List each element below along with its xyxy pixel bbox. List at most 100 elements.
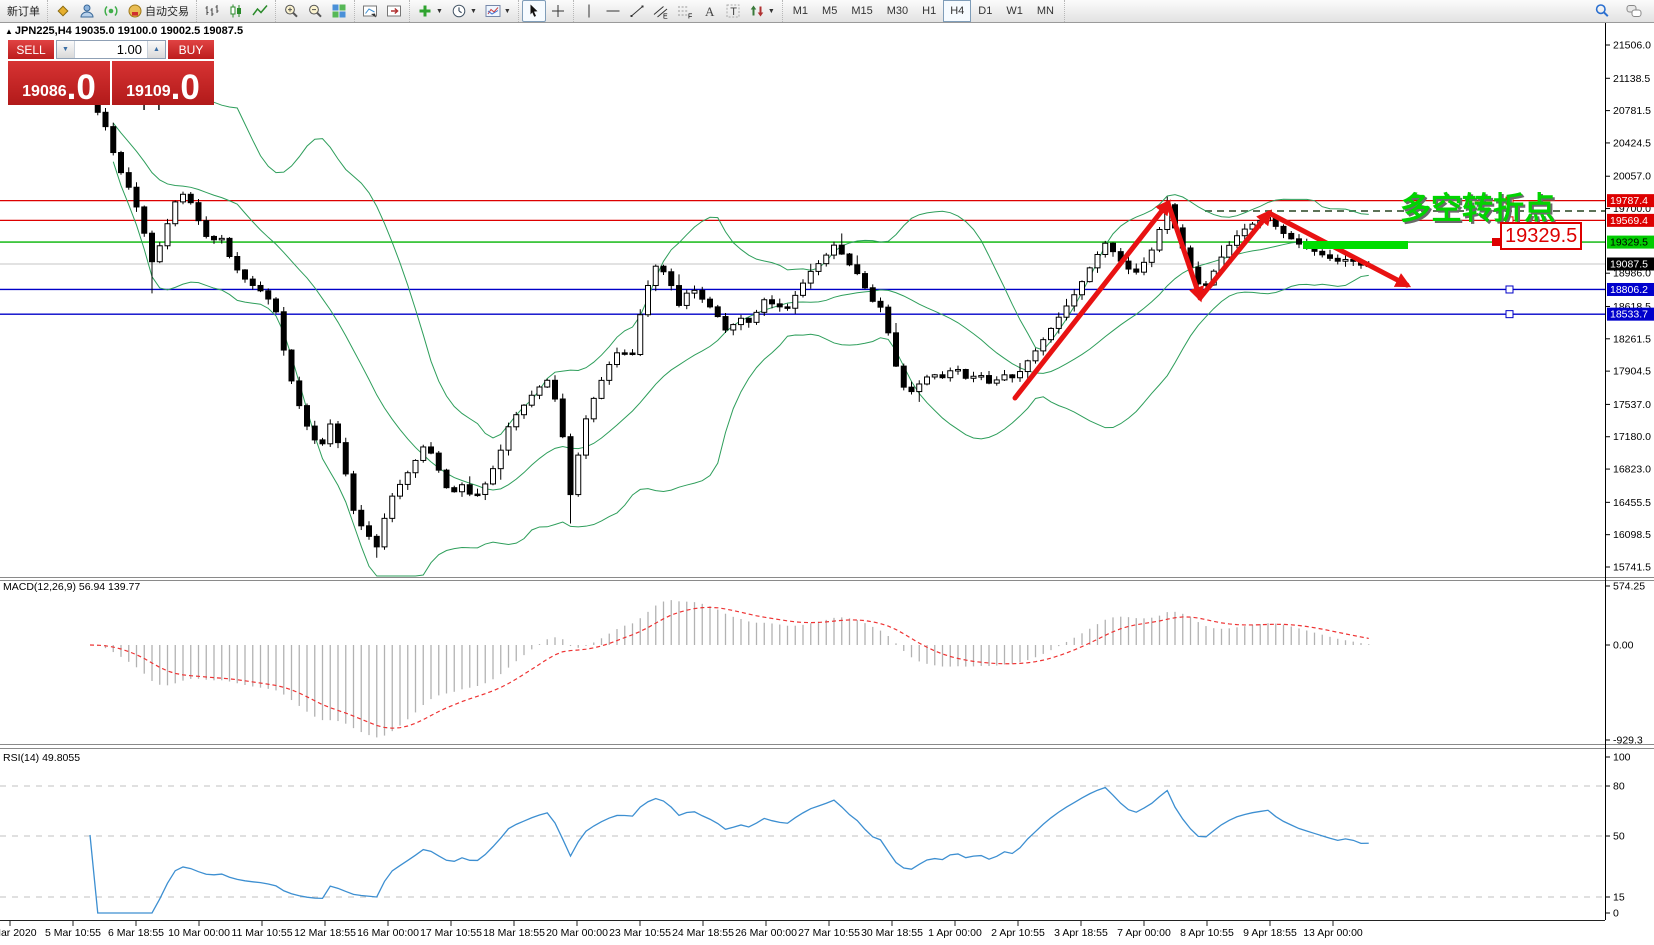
rsi-indicator-label: RSI(14) 49.8055 — [3, 752, 80, 764]
chevron-down-icon[interactable]: ▼ — [470, 8, 477, 15]
vertical-line-button[interactable] — [577, 0, 601, 22]
candle-body — [173, 202, 178, 224]
price-label-anchor[interactable] — [1492, 238, 1500, 246]
candle-body — [708, 299, 713, 307]
tiles-icon — [331, 3, 347, 19]
search-icon — [1594, 3, 1610, 19]
arrows-button[interactable]: ▼ — [745, 0, 779, 22]
candlestick-chart-button[interactable] — [224, 0, 248, 22]
line-endpoint-handle[interactable] — [1506, 311, 1513, 318]
candle-body — [917, 384, 922, 392]
candle-body — [1002, 375, 1007, 380]
support-zone-bar[interactable] — [1303, 241, 1408, 249]
candle-body — [367, 526, 372, 537]
hline-icon — [605, 3, 621, 19]
chart-window[interactable]: 21506.021138.520781.520424.520057.019700… — [0, 0, 1654, 945]
buy-price-pips: .0 — [171, 74, 200, 101]
line-chart-button[interactable] — [248, 0, 272, 22]
candle-body — [1056, 317, 1061, 328]
chart-collapse-icon[interactable]: ▲ — [5, 27, 13, 36]
fibonacci-button[interactable]: F — [673, 0, 697, 22]
channel-icon: E — [653, 3, 669, 19]
horizontal-line-button[interactable] — [601, 0, 625, 22]
signals-button[interactable] — [99, 0, 123, 22]
candle-body — [925, 377, 930, 384]
autotrade-button[interactable]: 自动交易 — [123, 0, 193, 22]
price-tick-label: 15741.5 — [1613, 562, 1651, 574]
candle-body — [692, 290, 697, 293]
toolbar-group — [276, 0, 355, 22]
time-tick-label: 9 Apr 18:55 — [1243, 927, 1297, 939]
chart-shift-button[interactable] — [382, 0, 406, 22]
text-button[interactable]: A — [697, 0, 721, 22]
candle-body — [963, 370, 968, 379]
price-badge-label: 19329.5 — [1610, 237, 1648, 249]
timeframe-mn[interactable]: MN — [1030, 0, 1061, 22]
timeframe-d1[interactable]: D1 — [971, 0, 999, 22]
buy-button[interactable]: BUY — [168, 40, 214, 59]
line-endpoint-handle[interactable] — [1506, 286, 1513, 293]
templates-button[interactable]: ▼ — [481, 0, 515, 22]
price-level-label[interactable]: 19329.5 — [1500, 222, 1582, 250]
chart-plot-area[interactable] — [0, 23, 1605, 920]
candle-body — [847, 254, 852, 265]
tile-windows-button[interactable] — [327, 0, 351, 22]
candle-body — [932, 375, 937, 377]
cursor-button[interactable] — [522, 0, 546, 22]
candle-body — [134, 187, 139, 207]
crosshair-button[interactable] — [546, 0, 570, 22]
price-axis[interactable]: 21506.021138.520781.520424.520057.019700… — [1605, 40, 1654, 574]
volume-increase-button[interactable]: ▲ — [147, 41, 165, 58]
candle-body — [731, 325, 736, 330]
cursor-icon — [526, 3, 542, 19]
timeframe-m15[interactable]: M15 — [844, 0, 879, 22]
price-tick-label: 20057.0 — [1613, 171, 1651, 183]
add-indicator-button[interactable]: ▼ — [413, 0, 447, 22]
time-axis[interactable]: 4 Mar 20205 Mar 10:556 Mar 18:5510 Mar 0… — [0, 921, 1363, 939]
volume-decrease-button[interactable]: ▼ — [57, 41, 75, 58]
person-icon — [79, 3, 95, 19]
trendline-button[interactable] — [625, 0, 649, 22]
timeframe-m1[interactable]: M1 — [786, 0, 815, 22]
candle-body — [591, 398, 596, 418]
time-tick-label: 13 Apr 00:00 — [1303, 927, 1363, 939]
chart-style-button[interactable] — [51, 0, 75, 22]
chevron-down-icon[interactable]: ▼ — [436, 8, 443, 15]
trendline-icon — [629, 3, 645, 19]
search-button[interactable] — [1590, 0, 1614, 22]
bar-chart-button[interactable] — [200, 0, 224, 22]
timeframe-h4[interactable]: H4 — [943, 0, 971, 22]
channel-button[interactable]: E — [649, 0, 673, 22]
profiles-button[interactable] — [358, 0, 382, 22]
new-order-button[interactable]: 新订单 — [3, 0, 44, 22]
candle-body — [537, 387, 542, 395]
candle-body — [607, 365, 612, 381]
sell-price-panel[interactable]: 19086.0 — [8, 61, 110, 105]
timeframe-h1[interactable]: H1 — [915, 0, 943, 22]
profile-button[interactable] — [75, 0, 99, 22]
candle-body — [204, 221, 209, 237]
candle-body — [258, 285, 263, 290]
volume-input[interactable]: 1.00 — [75, 41, 147, 58]
zoom-in-button[interactable] — [279, 0, 303, 22]
timeframe-w1[interactable]: W1 — [999, 0, 1030, 22]
autotrade-button-label: 自动交易 — [145, 3, 189, 19]
zoom-out-button[interactable] — [303, 0, 327, 22]
buy-price-panel[interactable]: 19109.0 — [112, 61, 214, 105]
chevron-down-icon[interactable]: ▼ — [504, 8, 511, 15]
sell-button[interactable]: SELL — [8, 40, 54, 59]
candle-body — [126, 173, 131, 188]
chat-button[interactable] — [1622, 0, 1646, 22]
label-button[interactable]: T — [721, 0, 745, 22]
time-tick-label: 7 Apr 00:00 — [1117, 927, 1171, 939]
time-tick-label: 1 Apr 00:00 — [928, 927, 982, 939]
candle-body — [1157, 229, 1162, 250]
price-tick-label: 16455.5 — [1613, 497, 1651, 509]
time-tick-label: 23 Mar 10:55 — [609, 927, 671, 939]
candle-body — [839, 245, 844, 254]
timeframe-m5[interactable]: M5 — [815, 0, 844, 22]
candle-body — [863, 274, 868, 288]
periods-button[interactable]: ▼ — [447, 0, 481, 22]
chevron-down-icon[interactable]: ▼ — [768, 8, 775, 15]
timeframe-m30[interactable]: M30 — [880, 0, 915, 22]
